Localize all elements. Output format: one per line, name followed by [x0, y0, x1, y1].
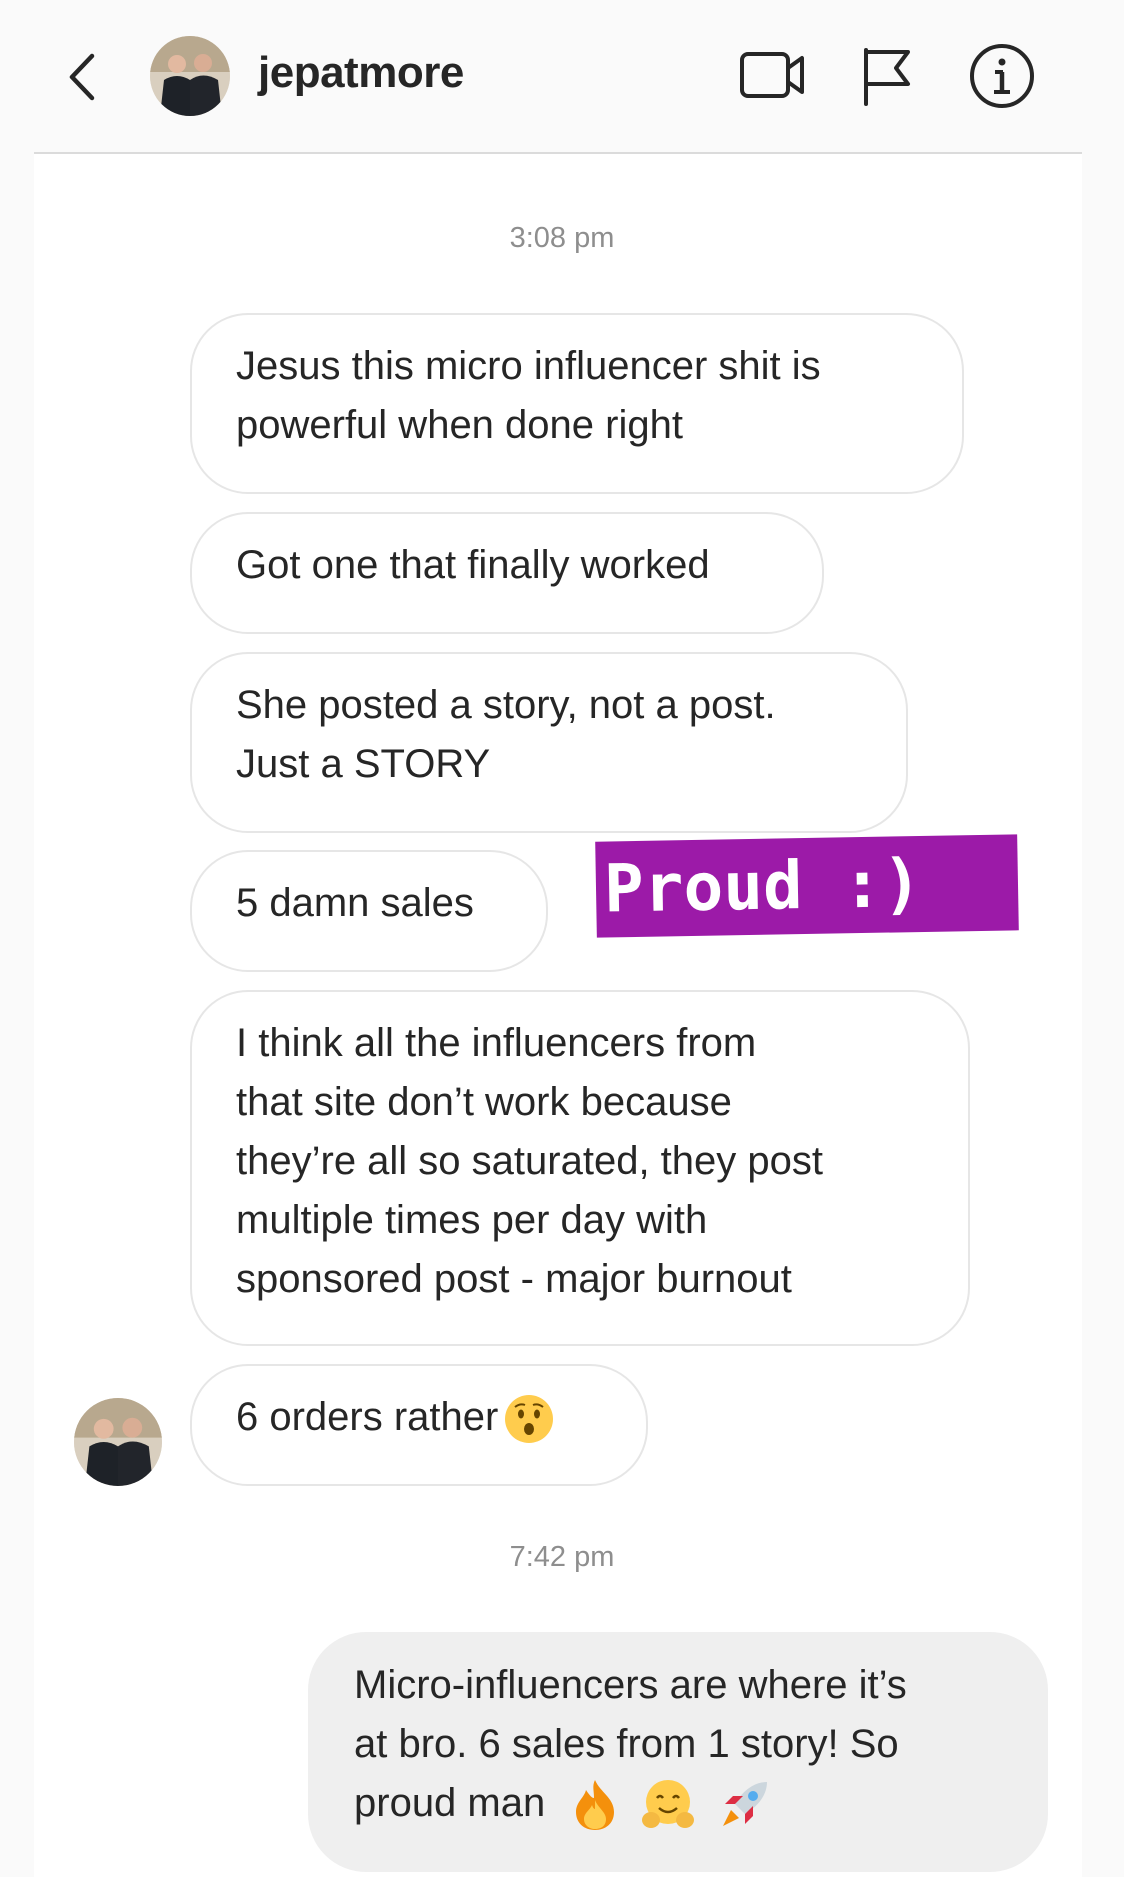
- message-bubble[interactable]: I think all the influencers from that si…: [190, 990, 970, 1346]
- message-line: Got one that finally worked: [236, 543, 710, 587]
- message-line: at bro. 6 sales from 1 story! So: [354, 1722, 899, 1766]
- message-bubble[interactable]: 5 damn sales: [190, 850, 548, 972]
- rocket-emoji: [722, 1782, 767, 1827]
- proud-sticker: Proud :): [595, 834, 1019, 938]
- message-line: proud man: [354, 1781, 546, 1825]
- message-line: She posted a story, not a post.: [236, 683, 776, 727]
- back-chevron-icon[interactable]: [62, 50, 102, 104]
- message-bubble[interactable]: Jesus this micro influencer shit is powe…: [190, 313, 964, 494]
- message-bubble[interactable]: She posted a story, not a post. Just a S…: [190, 652, 908, 833]
- message-line: they’re all so saturated, they post: [236, 1139, 823, 1183]
- hushed-face-emoji: [505, 1395, 554, 1444]
- message-line: sponsored post - major burnout: [236, 1257, 792, 1301]
- message-line: multiple times per day with: [236, 1198, 708, 1242]
- hugging-face-emoji: [642, 1780, 695, 1829]
- message-line: that site don’t work because: [236, 1080, 732, 1124]
- video-call-icon[interactable]: [738, 44, 808, 106]
- message-bubble[interactable]: 6 orders rather: [190, 1364, 648, 1486]
- message-bubble[interactable]: Got one that finally worked: [190, 512, 824, 634]
- fire-emoji: [576, 1780, 615, 1831]
- report-flag-icon[interactable]: [858, 44, 916, 106]
- message-line: Jesus this micro influencer shit is: [236, 344, 821, 388]
- avatar[interactable]: [150, 36, 230, 116]
- chat-header: jepatmore: [0, 0, 1124, 154]
- message-line: 6 orders rather: [236, 1395, 499, 1439]
- message-line: Micro-influencers are where it’s: [354, 1663, 907, 1707]
- message-line: Just a STORY: [236, 742, 491, 786]
- message-line: powerful when done right: [236, 403, 683, 447]
- message-line: 5 damn sales: [236, 881, 474, 925]
- info-icon[interactable]: [968, 42, 1036, 110]
- message-line: I think all the influencers from: [236, 1021, 757, 1065]
- timestamp: 7:42 pm: [509, 1541, 615, 1573]
- timestamp: 3:08 pm: [509, 222, 615, 254]
- username[interactable]: jepatmore: [258, 48, 464, 98]
- sender-avatar[interactable]: [74, 1398, 162, 1486]
- sent-message-bubble[interactable]: Micro-influencers are where it’s at bro.…: [308, 1632, 1048, 1872]
